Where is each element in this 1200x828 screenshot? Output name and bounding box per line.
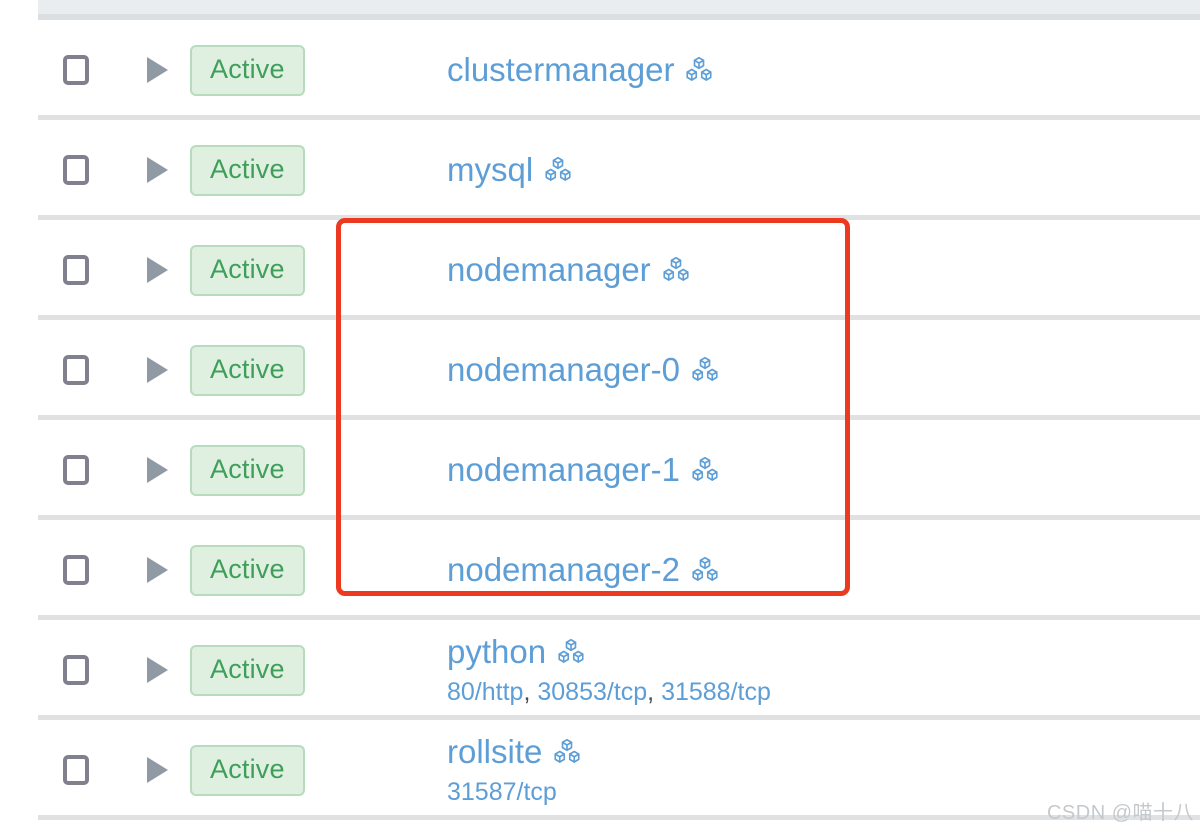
- cube-stack-icon: [684, 55, 714, 85]
- triangle-right-icon[interactable]: [146, 757, 168, 783]
- triangle-right-icon[interactable]: [146, 57, 168, 83]
- cube-stack-icon: [690, 555, 720, 585]
- row-name-cell: nodemanager: [428, 251, 1200, 289]
- cube-stack-icon: [556, 637, 586, 667]
- service-name-line: clustermanager: [447, 51, 1200, 89]
- row-checkbox[interactable]: [63, 555, 89, 585]
- row-select-cell[interactable]: [0, 555, 126, 585]
- table-row-nodemanager-0[interactable]: Active nodemanager-0: [0, 320, 1200, 420]
- cube-stack-icon: [690, 355, 720, 385]
- table-row-rollsite[interactable]: Active rollsite 31587/tcp: [0, 720, 1200, 820]
- row-status-cell: Active: [188, 44, 428, 96]
- row-checkbox[interactable]: [63, 655, 89, 685]
- service-name-link[interactable]: nodemanager: [447, 251, 651, 289]
- table-row-clustermanager[interactable]: Active clustermanager: [0, 20, 1200, 120]
- triangle-right-icon[interactable]: [146, 257, 168, 283]
- row-select-cell[interactable]: [0, 455, 126, 485]
- row-expand-cell[interactable]: [126, 257, 188, 283]
- row-select-cell[interactable]: [0, 755, 126, 785]
- row-select-cell[interactable]: [0, 55, 126, 85]
- service-name-line: nodemanager: [447, 251, 1200, 289]
- status-badge: Active: [190, 744, 305, 796]
- table-row-nodemanager-1[interactable]: Active nodemanager-1: [0, 420, 1200, 520]
- triangle-right-icon[interactable]: [146, 657, 168, 683]
- service-name-line: nodemanager-2: [447, 551, 1200, 589]
- row-status-cell: Active: [188, 244, 428, 296]
- service-name-line: nodemanager-1: [447, 451, 1200, 489]
- service-name-line: python: [447, 633, 1200, 671]
- watermark: CSDN @喵十八: [1046, 802, 1194, 824]
- row-status-cell: Active: [188, 444, 428, 496]
- service-name-line: rollsite: [447, 733, 1200, 771]
- status-badge: Active: [190, 544, 305, 596]
- service-name-line: mysql: [447, 151, 1200, 189]
- row-name-cell: nodemanager-1: [428, 451, 1200, 489]
- status-badge: Active: [190, 644, 305, 696]
- service-list-page: Active clustermanager Active mysql Activ…: [0, 0, 1200, 828]
- row-name-cell: mysql: [428, 151, 1200, 189]
- status-badge: Active: [190, 244, 305, 296]
- row-name-cell: clustermanager: [428, 51, 1200, 89]
- row-expand-cell[interactable]: [126, 657, 188, 683]
- status-badge: Active: [190, 444, 305, 496]
- service-name-link[interactable]: nodemanager-0: [447, 351, 680, 389]
- service-name-link[interactable]: nodemanager-2: [447, 551, 680, 589]
- row-checkbox[interactable]: [63, 755, 89, 785]
- table-row-nodemanager[interactable]: Active nodemanager: [0, 220, 1200, 320]
- row-status-cell: Active: [188, 744, 428, 796]
- service-name-link[interactable]: mysql: [447, 151, 533, 189]
- service-name-link[interactable]: nodemanager-1: [447, 451, 680, 489]
- row-checkbox[interactable]: [63, 155, 89, 185]
- service-name-link[interactable]: rollsite: [447, 733, 542, 771]
- row-expand-cell[interactable]: [126, 457, 188, 483]
- table-row-nodemanager-2[interactable]: Active nodemanager-2: [0, 520, 1200, 620]
- cube-stack-icon: [552, 737, 582, 767]
- row-select-cell[interactable]: [0, 155, 126, 185]
- triangle-right-icon[interactable]: [146, 457, 168, 483]
- service-ports[interactable]: 80/http, 30853/tcp, 31588/tcp: [447, 677, 1200, 707]
- cube-stack-icon: [543, 155, 573, 185]
- triangle-right-icon[interactable]: [146, 557, 168, 583]
- row-checkbox[interactable]: [63, 355, 89, 385]
- row-select-cell[interactable]: [0, 655, 126, 685]
- triangle-right-icon[interactable]: [146, 157, 168, 183]
- row-expand-cell[interactable]: [126, 57, 188, 83]
- service-name-link[interactable]: python: [447, 633, 546, 671]
- table-header-strip: [38, 0, 1200, 14]
- table-row-python[interactable]: Active python 80/http, 30853/tcp, 31588/…: [0, 620, 1200, 720]
- row-status-cell: Active: [188, 544, 428, 596]
- status-badge: Active: [190, 144, 305, 196]
- row-checkbox[interactable]: [63, 55, 89, 85]
- row-select-cell[interactable]: [0, 355, 126, 385]
- row-expand-cell[interactable]: [126, 157, 188, 183]
- row-expand-cell[interactable]: [126, 757, 188, 783]
- table-row-mysql[interactable]: Active mysql: [0, 120, 1200, 220]
- triangle-right-icon[interactable]: [146, 357, 168, 383]
- service-name-line: nodemanager-0: [447, 351, 1200, 389]
- row-name-cell: nodemanager-0: [428, 351, 1200, 389]
- row-checkbox[interactable]: [63, 255, 89, 285]
- row-expand-cell[interactable]: [126, 557, 188, 583]
- row-status-cell: Active: [188, 144, 428, 196]
- row-status-cell: Active: [188, 644, 428, 696]
- row-divider: [38, 815, 1200, 820]
- service-name-link[interactable]: clustermanager: [447, 51, 674, 89]
- cube-stack-icon: [690, 455, 720, 485]
- row-name-cell: python 80/http, 30853/tcp, 31588/tcp: [428, 633, 1200, 708]
- row-status-cell: Active: [188, 344, 428, 396]
- row-checkbox[interactable]: [63, 455, 89, 485]
- status-badge: Active: [190, 344, 305, 396]
- service-table: Active clustermanager Active mysql Activ…: [0, 20, 1200, 820]
- row-select-cell[interactable]: [0, 255, 126, 285]
- cube-stack-icon: [661, 255, 691, 285]
- row-name-cell: nodemanager-2: [428, 551, 1200, 589]
- row-expand-cell[interactable]: [126, 357, 188, 383]
- status-badge: Active: [190, 44, 305, 96]
